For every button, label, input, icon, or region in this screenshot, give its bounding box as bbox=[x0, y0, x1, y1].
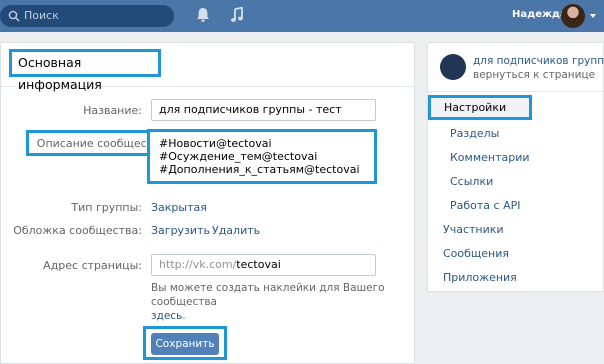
description-line: #Новости@tectovai bbox=[159, 137, 272, 150]
avatar[interactable] bbox=[561, 4, 585, 28]
bell-icon[interactable] bbox=[196, 7, 210, 23]
stickers-hint: Вы можете создать наклейки для Вашего со… bbox=[151, 281, 396, 323]
description-line: #Дополнения_к_статьям@tectovai bbox=[159, 163, 360, 176]
user-name[interactable]: Надежда bbox=[512, 9, 567, 20]
hint-link[interactable]: здесь bbox=[151, 310, 182, 322]
page-title: Основная информация bbox=[9, 49, 161, 92]
cover-separator: · bbox=[203, 224, 207, 237]
cover-delete-link[interactable]: Удалить bbox=[212, 224, 260, 237]
search-icon bbox=[8, 10, 20, 22]
search-placeholder: Поиск bbox=[24, 9, 59, 22]
sidebar-item-settings[interactable]: Настройки bbox=[444, 101, 506, 114]
description-line: #Осуждение_тем@tectovai bbox=[159, 150, 318, 163]
sidebar-item-members[interactable]: Участники bbox=[443, 223, 504, 236]
chevron-down-icon[interactable] bbox=[590, 14, 596, 18]
cover-upload-link[interactable]: Загрузить bbox=[151, 224, 210, 237]
name-label: Название: bbox=[83, 104, 142, 117]
cover-label: Обложка сообщества: bbox=[13, 224, 142, 237]
divider bbox=[428, 91, 603, 92]
sidebar-item-comments[interactable]: Комментарии bbox=[450, 151, 530, 164]
group-avatar[interactable] bbox=[440, 54, 466, 80]
sidebar-item-sections[interactable]: Разделы bbox=[450, 127, 499, 140]
sidebar: для подписчиков группы... вернуться к ст… bbox=[427, 42, 604, 292]
sidebar-item-api[interactable]: Работа с API bbox=[450, 199, 520, 212]
sidebar-item-apps[interactable]: Приложения bbox=[443, 271, 517, 284]
top-bar: Поиск Надежда bbox=[0, 0, 604, 32]
group-type-link[interactable]: Закрытая bbox=[151, 201, 207, 214]
back-to-page-link[interactable]: вернуться к странице bbox=[473, 69, 595, 81]
search-input[interactable]: Поиск bbox=[0, 5, 174, 27]
group-type-label: Тип группы: bbox=[71, 201, 142, 214]
save-button[interactable]: Сохранить bbox=[151, 333, 219, 355]
sidebar-item-messages[interactable]: Сообщения bbox=[443, 247, 509, 260]
sidebar-item-links[interactable]: Ссылки bbox=[450, 175, 493, 188]
hint-text: Вы можете создать наклейки для Вашего со… bbox=[151, 282, 385, 308]
address-label: Адрес страницы: bbox=[43, 259, 142, 272]
description-field[interactable]: #Новости@tectovai #Осуждение_тем@tectova… bbox=[147, 129, 377, 184]
address-field[interactable]: http://vk.com/tectovai bbox=[151, 254, 376, 276]
address-value: tectovai bbox=[236, 258, 281, 271]
name-field[interactable]: для подписчиков группы - тест bbox=[151, 99, 376, 121]
group-name-link[interactable]: для подписчиков группы... bbox=[473, 55, 604, 67]
hint-end: . bbox=[182, 310, 186, 322]
address-prefix: http://vk.com/ bbox=[159, 258, 237, 271]
music-icon[interactable] bbox=[230, 7, 244, 23]
